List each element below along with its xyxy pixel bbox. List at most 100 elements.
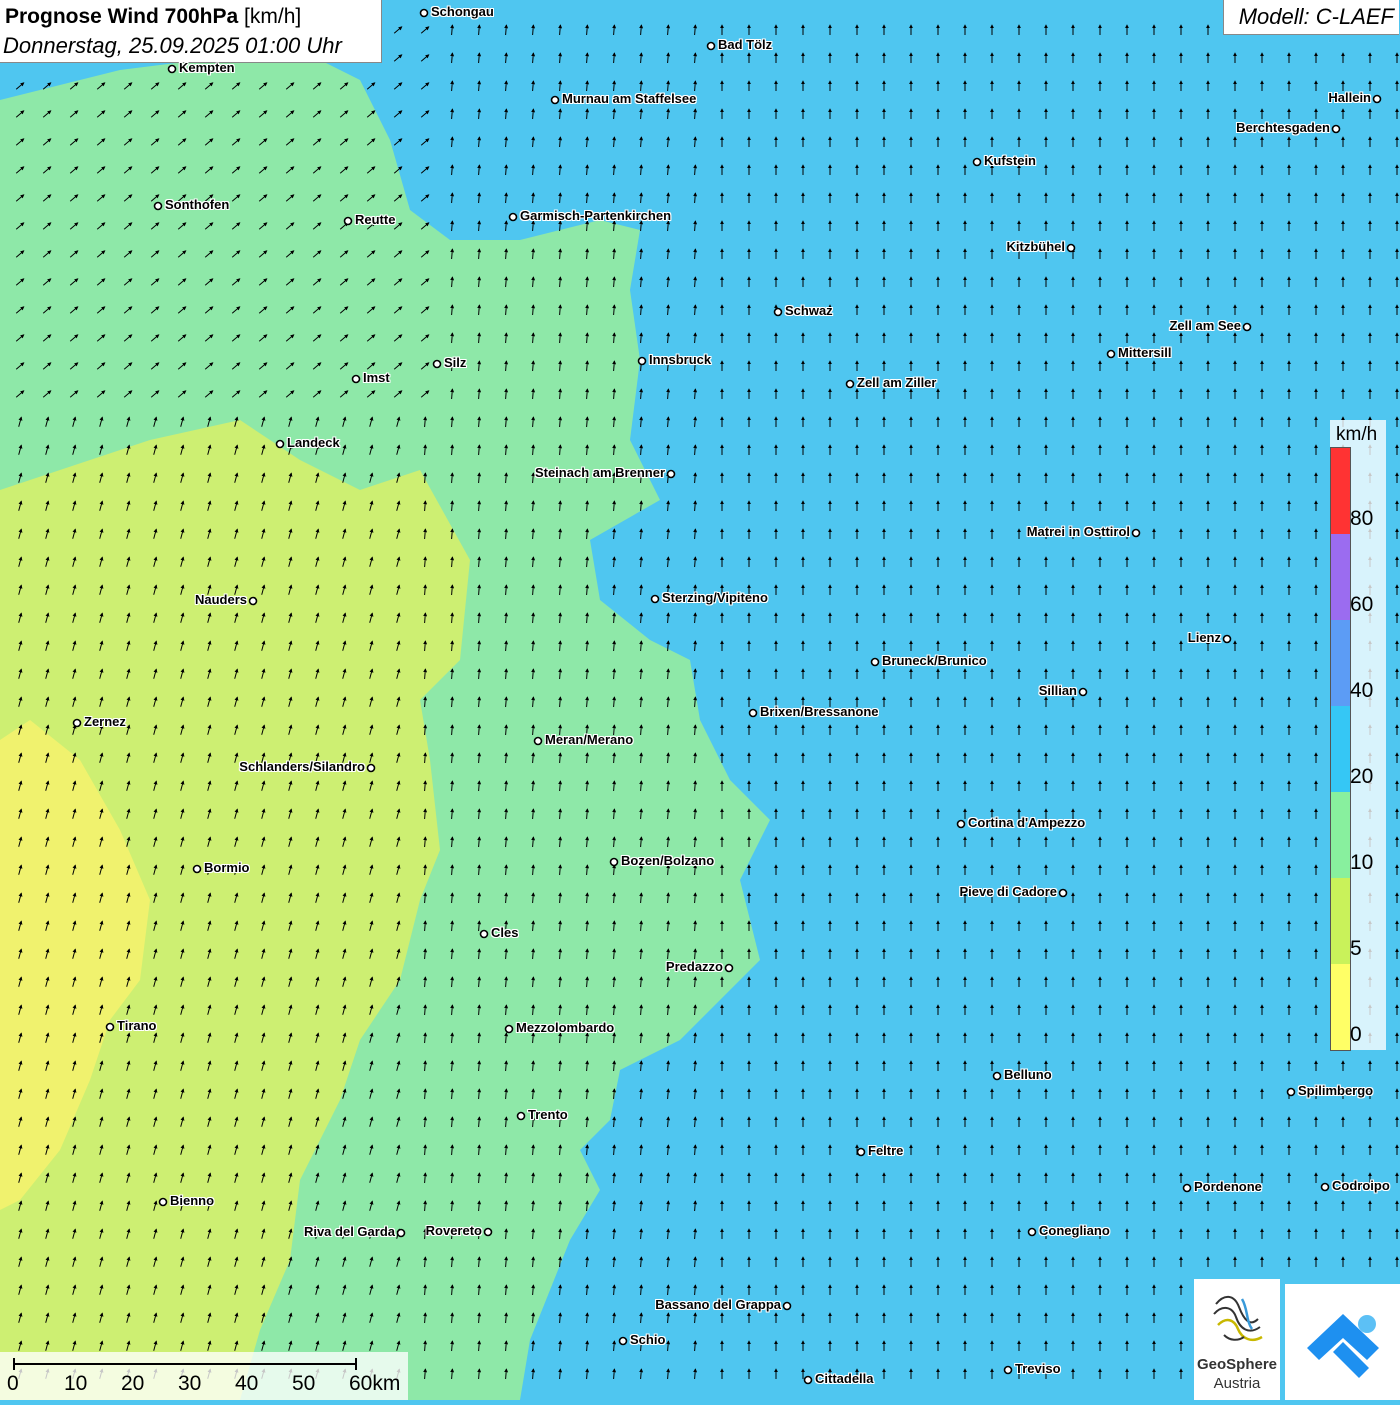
city-label: Conegliano xyxy=(1039,1223,1110,1238)
city-marker xyxy=(419,8,429,18)
city-label: Sterzing/Vipiteno xyxy=(662,590,768,605)
city-label: Mittersill xyxy=(1118,345,1172,360)
city-label: Schio xyxy=(630,1332,666,1347)
legend-segment xyxy=(1331,878,1350,964)
scale-bar: 0 10 20 30 40 50 60km xyxy=(0,1352,408,1400)
city-label: Tirano xyxy=(117,1018,157,1033)
city-marker xyxy=(366,763,376,773)
city-marker xyxy=(167,64,177,74)
geosphere-logo: GeoSphere Austria xyxy=(1194,1279,1280,1400)
city-marker xyxy=(158,1197,168,1207)
city-marker xyxy=(1286,1087,1296,1097)
forecast-date: Donnerstag, 25.09.2025 01:00 Uhr xyxy=(3,33,342,58)
city-marker xyxy=(275,439,285,449)
city-label: Trento xyxy=(528,1107,568,1122)
city-label: Zell am Ziller xyxy=(857,375,937,390)
city-label: Sillian xyxy=(1038,683,1077,698)
city-marker xyxy=(1003,1365,1013,1375)
legend-segment xyxy=(1331,792,1350,878)
city-label: Nauders xyxy=(194,592,247,607)
city-label: Garmisch-Partenkirchen xyxy=(520,208,672,223)
city-marker xyxy=(856,1147,866,1157)
scale-label: 40 xyxy=(235,1372,259,1395)
city-label: Cles xyxy=(491,925,519,940)
city-label: Mezzolombardo xyxy=(516,1020,615,1035)
city-label: Imst xyxy=(363,370,390,385)
scale-label: 30 xyxy=(178,1372,202,1395)
city-marker xyxy=(432,359,442,369)
city-marker xyxy=(992,1071,1002,1081)
city-marker xyxy=(1078,687,1088,697)
city-marker xyxy=(483,1227,493,1237)
title-main: Prognose Wind 700hPa xyxy=(5,5,239,28)
legend-label: 5 xyxy=(1350,937,1362,960)
city-marker xyxy=(782,1301,792,1311)
app-logo-icon xyxy=(1307,1314,1379,1378)
legend: km/h 80 60 40 20 10 5 0 xyxy=(1330,420,1386,1051)
city-marker xyxy=(870,657,880,667)
city-marker xyxy=(1131,528,1141,538)
city-label: Bormio xyxy=(204,860,250,875)
city-label: Schongau xyxy=(431,4,494,19)
city-marker xyxy=(1027,1227,1037,1237)
city-label: Spilimbergo xyxy=(1298,1083,1374,1098)
scale-label: 20 xyxy=(121,1372,145,1395)
title: Prognose Wind 700hPa [km/h] xyxy=(5,5,301,29)
city-marker xyxy=(533,736,543,746)
city-marker xyxy=(637,356,647,366)
city-label: Murnau am Staffelsee xyxy=(562,91,697,106)
scale-bar-line xyxy=(13,1358,357,1370)
city-marker xyxy=(550,95,560,105)
scale-label: 60km xyxy=(349,1372,401,1395)
legend-label: 10 xyxy=(1350,851,1374,874)
city-marker xyxy=(1066,243,1076,253)
city-label: Brixen/Bressanone xyxy=(760,704,879,719)
geosphere-name: GeoSphere xyxy=(1196,1356,1278,1373)
city-label: Codroipo xyxy=(1332,1178,1390,1193)
city-marker xyxy=(748,708,758,718)
city-label: Bienno xyxy=(170,1193,215,1208)
city-marker xyxy=(1331,124,1341,134)
title-unit: [km/h] xyxy=(238,5,302,28)
city-marker xyxy=(956,819,966,829)
city-marker xyxy=(343,216,353,226)
model-label: Modell: C-LAEF xyxy=(1238,4,1394,29)
city-label: Bassano del Grappa xyxy=(655,1297,781,1312)
title-box: Prognose Wind 700hPa [km/h] Donnerstag, … xyxy=(0,0,382,63)
city-marker xyxy=(516,1111,526,1121)
city-marker xyxy=(508,212,518,222)
city-label: Feltre xyxy=(868,1143,904,1158)
city-label: Reutte xyxy=(355,212,396,227)
city-label: Landeck xyxy=(287,435,340,450)
city-label: Hallein xyxy=(1328,90,1371,105)
city-marker xyxy=(706,41,716,51)
legend-label: 20 xyxy=(1350,765,1374,788)
city-label: Sonthofen xyxy=(165,197,230,212)
city-label: Pordenone xyxy=(1194,1179,1262,1194)
city-marker xyxy=(773,307,783,317)
city-marker xyxy=(72,718,82,728)
model-box: Modell: C-LAEF xyxy=(1223,0,1399,35)
legend-segment xyxy=(1331,534,1350,620)
city-marker xyxy=(351,374,361,384)
city-marker xyxy=(1182,1183,1192,1193)
city-marker xyxy=(1320,1182,1330,1192)
city-marker xyxy=(972,157,982,167)
city-label: Silz xyxy=(444,355,467,370)
city-marker xyxy=(650,594,660,604)
city-marker xyxy=(479,929,489,939)
legend-segment xyxy=(1331,448,1350,534)
city-label: Riva del Garda xyxy=(303,1224,395,1239)
city-label: Cortina d'Ampezzo xyxy=(968,815,1086,830)
city-label: Zernez xyxy=(84,714,126,729)
city-label: Treviso xyxy=(1015,1361,1061,1376)
city-marker xyxy=(1106,349,1116,359)
city-marker xyxy=(192,864,202,874)
city-label: Bruneck/Brunico xyxy=(882,653,987,668)
city-marker xyxy=(803,1375,813,1385)
city-label: Innsbruck xyxy=(649,352,712,367)
city-label: Bozen/Bolzano xyxy=(621,853,715,868)
city-label: Lienz xyxy=(1187,630,1221,645)
legend-label: 0 xyxy=(1350,1023,1362,1046)
scale-label: 50 xyxy=(292,1372,316,1395)
